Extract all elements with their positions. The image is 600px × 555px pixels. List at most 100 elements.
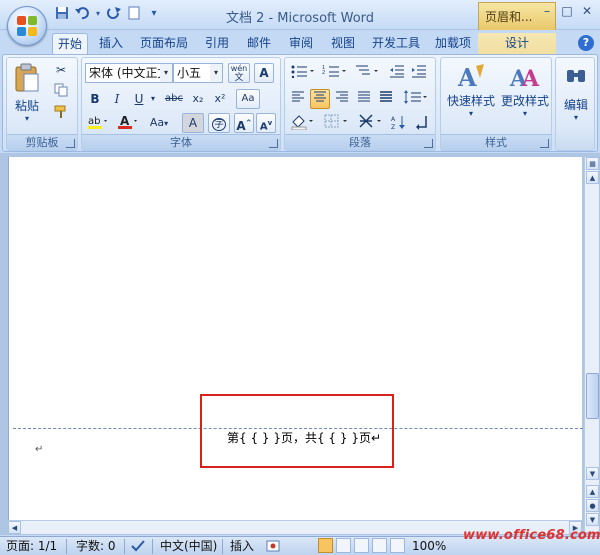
document-page[interactable]: 第{ { } }页，共{ { } }页↵ ↵ xyxy=(8,157,583,532)
zoom-level[interactable]: 100% xyxy=(412,539,446,554)
borders-button[interactable] xyxy=(322,113,352,133)
align-center-button[interactable] xyxy=(310,89,330,109)
sort-button[interactable]: AZ xyxy=(389,113,409,133)
macro-record-icon[interactable] xyxy=(266,539,280,554)
vertical-scrollbar[interactable]: ▦ ▲ ▼ ▲ ● ▼ xyxy=(584,157,599,532)
page-count[interactable]: 页面: 1/1 xyxy=(6,539,57,554)
phonetic-guide-button[interactable]: wén 文 xyxy=(228,63,250,83)
scroll-left-icon[interactable]: ◀ xyxy=(8,521,21,534)
grow-font-button[interactable]: A^ xyxy=(234,113,254,133)
underline-dropdown-icon[interactable]: ▾ xyxy=(149,89,157,109)
justify-button[interactable] xyxy=(354,89,374,109)
distributed-button[interactable] xyxy=(376,89,396,109)
tab-design[interactable]: 设计 xyxy=(478,33,556,55)
ribbon: 粘贴 ▾ ✂ 剪贴板 宋体 (中文正文 ▾ 小五 ▾ wén文 A B I U xyxy=(2,54,598,152)
tab-home[interactable]: 开始 xyxy=(52,33,88,55)
shrink-font-icon: A xyxy=(259,121,268,133)
document-area: 第{ { } }页，共{ { } }页↵ ↵ ▦ ▲ ▼ ▲ ● ▼ xyxy=(0,153,600,535)
styles-group: A 快速样式 ▾ AA 更改样式 ▾ 样式 xyxy=(440,57,552,151)
chevron-down-icon: ▾ xyxy=(160,64,172,82)
previous-page-icon[interactable]: ▲ xyxy=(586,485,599,498)
character-border-button[interactable]: A xyxy=(254,63,274,83)
paste-button[interactable]: 粘贴 ▾ xyxy=(10,62,44,132)
character-shading-button[interactable]: A xyxy=(182,113,204,133)
line-spacing-button[interactable] xyxy=(401,89,431,109)
align-right-button[interactable] xyxy=(332,89,352,109)
paste-icon xyxy=(10,62,44,97)
change-styles-label: 更改样式 xyxy=(500,94,549,108)
ruler-toggle-icon[interactable]: ▦ xyxy=(586,157,599,170)
font-color-button[interactable]: A xyxy=(115,113,141,133)
outline-view-icon[interactable] xyxy=(372,538,387,553)
tab-insert[interactable]: 插入 xyxy=(94,33,128,55)
office-button[interactable] xyxy=(7,6,47,46)
strikethrough-button[interactable]: abc xyxy=(162,89,186,109)
editing-button[interactable]: 编辑 ▾ xyxy=(557,62,595,148)
quick-styles-label: 快速样式 xyxy=(446,94,495,108)
chevron-down-icon: ▾ xyxy=(210,64,222,82)
next-page-icon[interactable]: ▼ xyxy=(586,513,599,526)
minimize-button[interactable]: – xyxy=(538,4,556,20)
shrink-font-button[interactable]: Av xyxy=(256,113,276,133)
close-button[interactable]: ✕ xyxy=(578,4,596,20)
chinese-layout-button[interactable] xyxy=(357,113,387,133)
watermark: www.office68.com xyxy=(463,528,600,543)
show-marks-button[interactable] xyxy=(411,113,431,133)
paragraph-launcher-icon[interactable] xyxy=(424,139,433,148)
change-case-button[interactable]: Aa▾ xyxy=(145,113,173,133)
insert-mode[interactable]: 插入 xyxy=(230,539,254,554)
status-divider xyxy=(222,539,223,554)
quick-styles-button[interactable]: A 快速样式 ▾ xyxy=(443,62,499,132)
proofing-icon[interactable] xyxy=(130,539,146,554)
numbering-button[interactable]: 12 xyxy=(320,63,350,83)
select-browse-object-icon[interactable]: ● xyxy=(586,499,599,512)
distributed-icon xyxy=(380,91,392,102)
shading-button[interactable] xyxy=(288,113,318,133)
format-painter-button[interactable] xyxy=(51,104,71,124)
print-layout-view-icon[interactable] xyxy=(318,538,333,553)
word-count[interactable]: 字数: 0 xyxy=(76,539,116,554)
align-left-button[interactable] xyxy=(288,89,308,109)
change-styles-button[interactable]: AA 更改样式 ▾ xyxy=(497,62,553,132)
full-screen-reading-view-icon[interactable] xyxy=(336,538,351,553)
bullets-button[interactable] xyxy=(288,63,318,83)
styles-launcher-icon[interactable] xyxy=(540,139,549,148)
italic-button[interactable]: I xyxy=(107,89,127,109)
web-layout-view-icon[interactable] xyxy=(354,538,369,553)
font-size-combo[interactable]: 小五 ▾ xyxy=(173,63,223,83)
clear-formatting-button[interactable]: Aa xyxy=(236,89,260,109)
tab-review[interactable]: 审阅 xyxy=(284,33,318,55)
copy-button[interactable] xyxy=(51,82,71,102)
enclose-characters-button[interactable]: 字 xyxy=(208,113,230,133)
font-color-icon: A xyxy=(118,114,137,129)
maximize-button[interactable]: □ xyxy=(558,4,576,20)
scroll-up-icon[interactable]: ▲ xyxy=(586,171,599,184)
tab-page-layout[interactable]: 页面布局 xyxy=(136,33,192,55)
bold-button[interactable]: B xyxy=(85,89,105,109)
multilevel-list-button[interactable] xyxy=(352,63,382,83)
svg-text:A: A xyxy=(120,114,130,128)
decrease-indent-button[interactable] xyxy=(387,63,407,83)
tab-mailings[interactable]: 邮件 xyxy=(242,33,276,55)
superscript-button[interactable]: x² xyxy=(210,89,230,109)
font-name-combo[interactable]: 宋体 (中文正文 ▾ xyxy=(85,63,173,83)
cut-button[interactable]: ✂ xyxy=(51,60,71,80)
font-launcher-icon[interactable] xyxy=(269,139,278,148)
increase-indent-button[interactable] xyxy=(409,63,429,83)
tab-developer[interactable]: 开发工具 xyxy=(366,33,426,55)
language[interactable]: 中文(中国) xyxy=(160,539,217,554)
underline-button[interactable]: U xyxy=(129,89,149,109)
tab-addins[interactable]: 加载项 xyxy=(430,33,476,55)
tab-view[interactable]: 视图 xyxy=(326,33,360,55)
scroll-thumb[interactable] xyxy=(586,373,599,419)
bullets-icon xyxy=(291,65,314,79)
help-icon[interactable]: ? xyxy=(578,35,594,51)
scissors-icon: ✂ xyxy=(55,63,67,77)
subscript-button[interactable]: x₂ xyxy=(188,89,208,109)
highlight-button[interactable]: ab xyxy=(85,113,111,133)
clipboard-launcher-icon[interactable] xyxy=(66,139,75,148)
tab-references[interactable]: 引用 xyxy=(200,33,234,55)
scroll-down-icon[interactable]: ▼ xyxy=(586,467,599,480)
align-right-icon xyxy=(336,91,348,102)
draft-view-icon[interactable] xyxy=(390,538,405,553)
